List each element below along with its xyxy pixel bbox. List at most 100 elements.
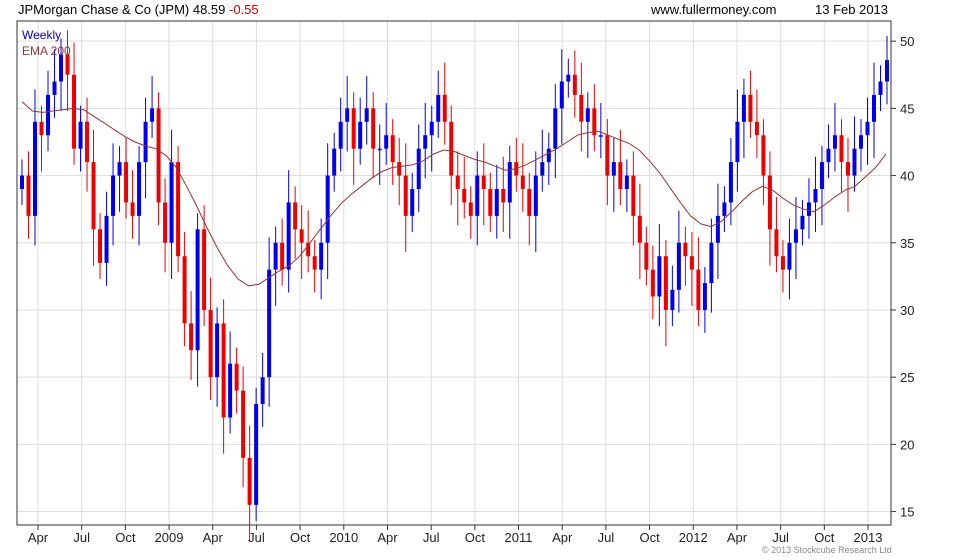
candle-body [819,162,824,189]
candle-body [501,189,506,203]
candle-body [286,202,291,270]
candle-body [813,189,818,203]
y-tick-label: 50 [900,34,914,49]
candle-body [371,108,376,149]
candle-body [124,162,129,203]
candle-body [293,202,298,230]
candle-body [468,202,473,216]
candle-body [130,202,135,216]
candle-body [885,60,889,82]
candle-body [455,175,460,189]
x-tick-label: Oct [814,530,835,545]
legend-weekly: Weekly [22,28,62,42]
candle-body [494,189,499,216]
candle-body [254,404,259,505]
x-tick-label: Oct [465,530,486,545]
candle-body [429,121,434,136]
candle-body [540,162,545,176]
y-tick-label: 40 [900,169,914,184]
x-tick-label: Apr [28,530,49,545]
candle-body [403,175,408,216]
candle-body [117,162,122,176]
candle-body [273,242,278,270]
candle-body [46,94,51,136]
candle-body [806,202,811,216]
x-tick-label: Jul [598,530,615,545]
y-tick-label: 15 [900,505,914,520]
candle-body [312,256,317,270]
candle-body [871,94,876,122]
candle-body [98,229,103,263]
y-tick-label: 25 [900,370,914,385]
candle-body [397,162,402,176]
candle-body [865,121,870,136]
candle-body [767,175,772,230]
x-tick-label: Jul [248,530,265,545]
candle-body [845,162,850,176]
candle-body [832,135,837,149]
y-tick-label: 20 [900,437,914,452]
candle-body [553,108,558,149]
price-chart: 15 20 25 30 35 40 45 50 Apr Jul Oct 2009 Apr Jul Oct 2… [16,20,914,545]
candle-body [182,256,187,324]
candle-body [579,94,584,122]
candle-body [202,229,207,310]
candle-body [345,108,350,122]
candle-body [722,202,727,216]
candle-body [618,162,623,189]
candle-body [598,135,603,137]
candle-body [228,363,233,418]
y-tick-label: 35 [900,236,914,251]
candle-body [143,121,148,163]
candle-body [85,121,90,163]
candle-body [566,74,571,82]
candle-body [475,175,480,216]
candle-body [650,269,655,297]
candle-body [384,135,389,149]
candle-body [572,74,577,95]
x-axis: Apr Jul Oct 2009 Apr Jul Oct 2010 Apr Jul Oct 2011 A… [28,525,882,545]
candle-body [111,175,116,216]
candle-body [605,135,610,176]
x-tick-label: Apr [377,530,398,545]
candle-body [241,390,246,458]
candle-body [195,229,200,351]
candle-body [774,229,779,257]
candle-body [358,121,363,149]
x-tick-label: Oct [115,530,136,545]
candle-body [631,175,636,216]
candle-body [728,162,733,203]
candle-body [462,189,467,203]
candle-body [280,242,285,270]
candle-body [247,457,252,505]
candle-body [488,189,493,216]
candle-body [59,54,64,82]
candle-body [260,377,265,405]
candle-body [780,256,785,270]
plot-frame [16,20,892,526]
candle-body [332,148,337,176]
candle-body [637,215,642,243]
candle-body [709,242,714,284]
candle-body [520,175,525,189]
candle-body [52,81,57,95]
copyright-notice: © 2013 Stockcube Research Ltd [762,545,892,555]
candle-body [215,323,220,378]
candle-body [91,162,96,230]
candle-body [442,94,447,122]
candle-body [351,108,356,149]
candle-body [481,175,486,189]
candle-body [754,121,759,136]
candle-body [208,309,213,378]
candle-body [546,148,551,163]
candle-body [793,229,798,243]
candle-body [715,215,720,243]
candle-body [449,121,454,176]
candle-body [800,215,805,230]
x-tick-label: Jul [423,530,440,545]
candle-body [436,94,441,122]
x-tick-label: Oct [639,530,660,545]
candle-body [20,175,24,189]
x-tick-label: Jul [73,530,90,545]
candle-body [364,108,369,122]
